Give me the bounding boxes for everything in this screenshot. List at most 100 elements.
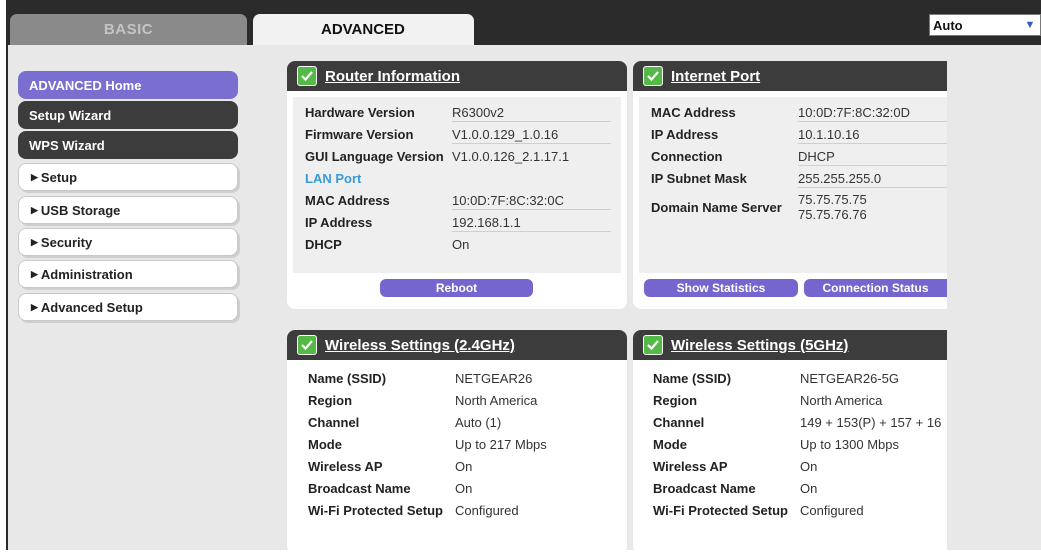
panel-title[interactable]: Internet Port: [671, 68, 760, 85]
check-icon: [297, 66, 317, 86]
field-label: Firmware Version: [305, 126, 414, 142]
info-row: Channel Auto (1): [308, 411, 627, 433]
check-icon: [297, 335, 317, 355]
field-value: 75.75.75.75 75.75.76.76: [798, 192, 867, 222]
field-value: Configured: [800, 502, 864, 518]
field-value: North America: [455, 392, 538, 408]
info-row: Name (SSID) NETGEAR26-5G: [653, 367, 947, 389]
panel-header: Wireless Settings (5GHz): [633, 330, 947, 360]
field-value: 10:0D:7F:8C:32:0C: [452, 192, 565, 208]
chevron-down-icon[interactable]: ▼: [1022, 16, 1038, 34]
field-label: Channel: [653, 414, 705, 430]
info-row: Wireless AP On: [308, 455, 627, 477]
sidebar-item-label: Security: [40, 234, 93, 250]
field-value: NETGEAR26-5G: [800, 370, 899, 386]
field-label: Region: [653, 392, 698, 408]
info-row: LAN Port: [305, 167, 621, 189]
sidebar-item-setup-wizard[interactable]: Setup Wizard: [18, 101, 238, 129]
field-value: 192.168.1.1: [452, 214, 521, 230]
info-row: Mode Up to 217 Mbps: [308, 433, 627, 455]
sidebar-item-wps-wizard[interactable]: WPS Wizard: [18, 131, 238, 159]
info-row: Channel 149 + 153(P) + 157 + 16: [653, 411, 947, 433]
dns-secondary: 75.75.76.76: [798, 207, 867, 222]
connection-status-button[interactable]: Connection Status: [804, 279, 947, 297]
field-label: Broadcast Name: [653, 480, 756, 496]
language-select-value: Auto: [933, 17, 963, 33]
panel-body: MAC Address 10:0D:7F:8C:32:0D IP Address…: [639, 97, 947, 273]
field-value: Auto (1): [455, 414, 502, 430]
field-label: Broadcast Name: [308, 480, 411, 496]
language-select[interactable]: Auto ▼: [929, 14, 1041, 36]
field-label: Hardware Version: [305, 104, 415, 120]
sidebar-item-advanced-home[interactable]: ADVANCED Home: [18, 71, 238, 99]
wireless-5ghz-panel: Wireless Settings (5GHz) Name (SSID) NETG…: [633, 330, 947, 554]
panel-header: Router Information: [287, 61, 627, 91]
field-label: IP Address: [651, 126, 719, 142]
field-value: On: [455, 480, 473, 496]
info-row: Connection DHCP: [651, 145, 947, 167]
info-row: Firmware Version V1.0.0.129_1.0.16: [305, 123, 621, 145]
info-row: IP Address 10.1.10.16: [651, 123, 947, 145]
info-row: MAC Address 10:0D:7F:8C:32:0D: [651, 101, 947, 123]
field-value: Up to 1300 Mbps: [800, 436, 900, 452]
tab-advanced[interactable]: ADVANCED: [253, 14, 474, 45]
panel-header: Wireless Settings (2.4GHz): [287, 330, 627, 360]
panel-title[interactable]: Wireless Settings (2.4GHz): [325, 337, 515, 354]
sidebar-item-administration[interactable]: ▶ Administration: [18, 260, 238, 288]
field-label: IP Address: [305, 214, 373, 230]
info-row: MAC Address 10:0D:7F:8C:32:0C: [305, 189, 621, 211]
field-label: Wi-Fi Protected Setup: [653, 502, 788, 518]
field-label: MAC Address: [651, 104, 736, 120]
sidebar-item-label: USB Storage: [40, 202, 121, 218]
sidebar-item-label: Setup Wizard: [29, 107, 112, 123]
field-label: Domain Name Server: [651, 199, 782, 215]
field-value: Configured: [455, 502, 519, 518]
info-row: Wi-Fi Protected Setup Configured: [308, 499, 627, 521]
expand-arrow-icon: ▶: [31, 268, 38, 279]
field-value: On: [455, 458, 473, 474]
field-label: Channel: [308, 414, 360, 430]
check-icon: [643, 335, 663, 355]
field-value: North America: [800, 392, 883, 408]
tab-basic[interactable]: BASIC: [10, 14, 247, 45]
sidebar-item-setup[interactable]: ▶ Setup: [18, 163, 238, 191]
wireless-24ghz-panel: Wireless Settings (2.4GHz) Name (SSID) NE…: [287, 330, 627, 554]
field-value: V1.0.0.129_1.0.16: [452, 126, 559, 142]
field-value: Up to 217 Mbps: [455, 436, 547, 452]
internet-port-panel: Internet Port MAC Address 10:0D:7F:8C:32…: [633, 61, 947, 309]
panel-body: Name (SSID) NETGEAR26 Region North America…: [287, 360, 627, 521]
sidebar-item-usb-storage[interactable]: ▶ USB Storage: [18, 196, 238, 224]
sidebar-item-label: Administration: [40, 266, 133, 282]
panel-title[interactable]: Router Information: [325, 68, 460, 85]
field-value: R6300v2: [452, 104, 505, 120]
info-row: Domain Name Server 75.75.75.75 75.75.76.…: [651, 189, 947, 225]
field-label: Region: [308, 392, 353, 408]
field-label: Mode: [308, 436, 342, 452]
info-row: Hardware Version R6300v2: [305, 101, 621, 123]
router-information-panel: Router Information Hardware Version R630…: [287, 61, 627, 309]
field-label: Connection: [651, 148, 723, 164]
field-label: Name (SSID): [653, 370, 732, 386]
info-row: Name (SSID) NETGEAR26: [308, 367, 627, 389]
sidebar-item-label: Advanced Setup: [40, 299, 143, 315]
field-value: DHCP: [798, 148, 835, 164]
field-value: V1.0.0.126_2.1.17.1: [452, 148, 570, 164]
sidebar-item-label: ADVANCED Home: [29, 77, 142, 93]
info-row: Broadcast Name On: [308, 477, 627, 499]
field-value: NETGEAR26: [455, 370, 533, 386]
field-label: GUI Language Version: [305, 148, 444, 164]
sidebar-item-label: WPS Wizard: [29, 137, 105, 153]
field-value: 149 + 153(P) + 157 + 16: [800, 414, 942, 430]
sidebar-item-security[interactable]: ▶ Security: [18, 228, 238, 256]
panel-title[interactable]: Wireless Settings (5GHz): [671, 337, 848, 354]
info-row: Region North America: [653, 389, 947, 411]
sidebar-item-advanced-setup[interactable]: ▶ Advanced Setup: [18, 293, 238, 321]
field-value: On: [800, 458, 818, 474]
show-statistics-button[interactable]: Show Statistics: [644, 279, 798, 297]
field-label: Wireless AP: [308, 458, 383, 474]
field-label: Name (SSID): [308, 370, 387, 386]
field-value: 10.1.10.16: [798, 126, 860, 142]
reboot-button[interactable]: Reboot: [380, 279, 533, 297]
info-row: Wi-Fi Protected Setup Configured: [653, 499, 947, 521]
field-value: On: [800, 480, 818, 496]
